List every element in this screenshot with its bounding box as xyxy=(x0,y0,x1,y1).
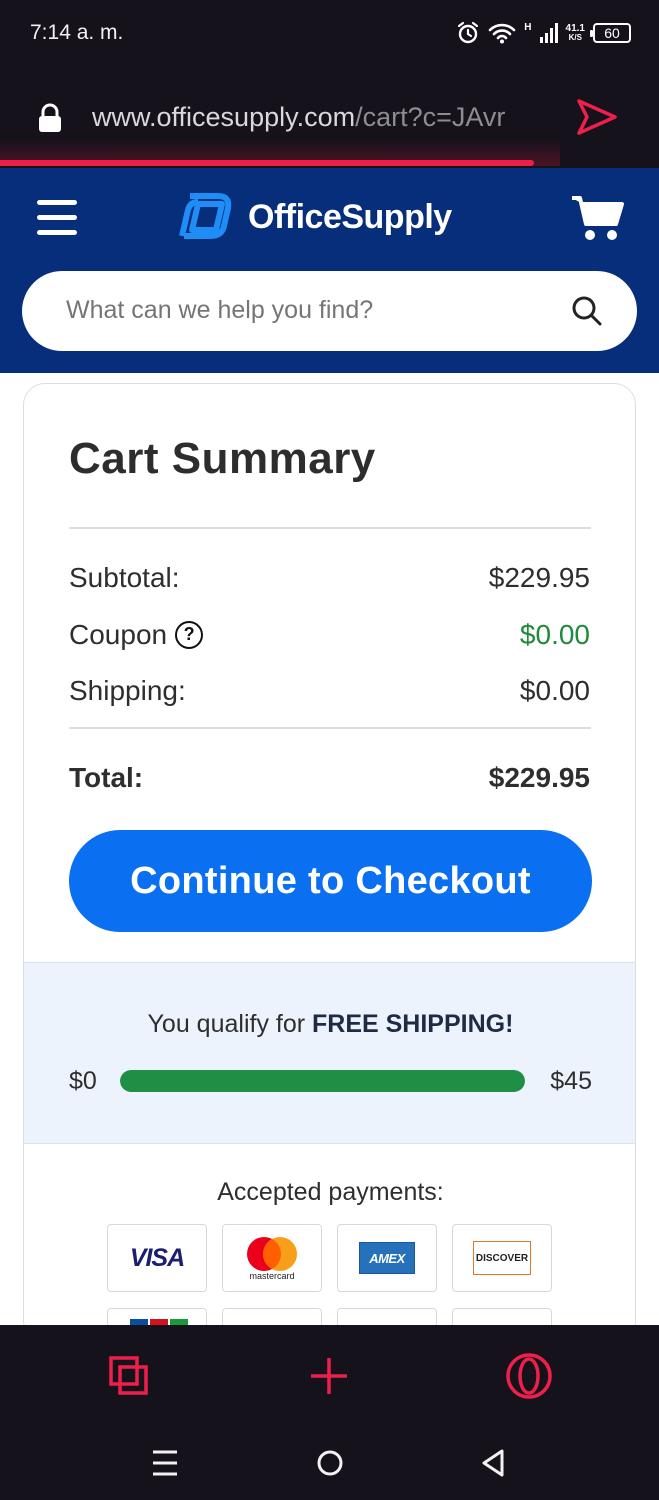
browser-url-bar: www.officesupply.com/cart?c=JAvr xyxy=(0,68,659,168)
status-icons: H 41.1 K/S 60 xyxy=(456,20,631,46)
site-header: OfficeSupply xyxy=(0,168,659,373)
divider xyxy=(69,527,591,529)
hamburger-menu-icon[interactable] xyxy=(37,200,77,238)
lock-icon xyxy=(39,103,61,132)
discover-logo: DISCOVER xyxy=(452,1224,552,1292)
status-time: 7:14 a. m. xyxy=(30,21,124,44)
total-value: $229.95 xyxy=(488,762,590,793)
page-load-progress xyxy=(0,160,534,166)
shipping-progress-fill xyxy=(120,1070,525,1092)
free-shipping-prefix: You qualify for xyxy=(147,1010,313,1038)
free-shipping-highlight: FREE SHIPPING! xyxy=(312,1010,514,1038)
network-speed-value: 41.1 xyxy=(565,23,585,34)
shipping-progress-bar xyxy=(120,1070,525,1092)
coupon-label: Coupon xyxy=(69,619,168,650)
logo-text: OfficeSupply xyxy=(248,197,452,236)
recents-icon[interactable] xyxy=(152,1449,178,1477)
search-bar[interactable] xyxy=(22,271,637,351)
tabs-icon[interactable] xyxy=(108,1355,150,1397)
amex-logo-text: AMEX xyxy=(369,1250,405,1266)
site-logo[interactable]: OfficeSupply xyxy=(178,190,452,244)
battery-icon: 60 xyxy=(590,23,631,43)
url-field[interactable]: www.officesupply.com/cart?c=JAvr xyxy=(92,102,562,133)
mastercard-circles-icon xyxy=(247,1237,297,1271)
accepted-payments-title: Accepted payments: xyxy=(217,1178,444,1206)
mastercard-logo: mastercard xyxy=(222,1224,322,1292)
system-navigation-bar xyxy=(0,1427,659,1500)
cart-summary-title: Cart Summary xyxy=(69,434,376,483)
shipping-label: Shipping: xyxy=(69,675,186,706)
opera-menu-icon[interactable] xyxy=(505,1352,553,1400)
visa-logo-text: VISA xyxy=(129,1243,185,1272)
discover-logo-text: DISCOVER xyxy=(475,1252,529,1264)
logo-mark-icon xyxy=(179,193,232,239)
visa-logo: VISA xyxy=(107,1224,207,1292)
search-input[interactable] xyxy=(66,296,546,325)
network-speed-unit: K/S xyxy=(568,33,582,42)
free-shipping-message: You qualify for FREE SHIPPING! xyxy=(24,1010,635,1039)
shopping-cart-icon[interactable] xyxy=(570,194,624,242)
new-tab-icon[interactable] xyxy=(308,1355,350,1397)
shipping-progress-min: $0 xyxy=(69,1067,97,1095)
send-icon[interactable] xyxy=(576,98,618,136)
back-icon[interactable] xyxy=(480,1449,506,1477)
wifi-icon xyxy=(488,23,516,44)
shipping-value: $0.00 xyxy=(519,675,590,706)
coupon-row: Coupon? xyxy=(69,619,204,651)
total-label: Total: xyxy=(69,762,144,793)
search-icon[interactable] xyxy=(571,295,603,327)
shipping-progress-max: $45 xyxy=(550,1067,592,1095)
network-speed: 41.1 K/S xyxy=(565,23,585,43)
url-path: /cart?c=JAvr xyxy=(355,102,506,132)
signal-icon xyxy=(539,23,558,43)
subtotal-label: Subtotal: xyxy=(69,562,180,593)
continue-to-checkout-button[interactable]: Continue to Checkout xyxy=(69,830,592,932)
help-icon[interactable]: ? xyxy=(175,620,204,649)
mastercard-logo-text: mastercard xyxy=(249,1271,295,1281)
browser-bottom-toolbar xyxy=(0,1325,659,1427)
coupon-value: $0.00 xyxy=(519,619,590,650)
home-icon[interactable] xyxy=(316,1449,344,1477)
status-bar: 7:14 a. m. H 41.1 K/S 60 xyxy=(0,0,659,68)
free-shipping-panel: You qualify for FREE SHIPPING! $0 $45 xyxy=(24,962,635,1144)
amex-logo: AMEX xyxy=(337,1224,437,1292)
network-type: H xyxy=(524,21,532,33)
divider xyxy=(69,727,591,729)
cart-summary-card: Cart Summary Subtotal: $229.95 Coupon? $… xyxy=(23,383,636,1343)
subtotal-value: $229.95 xyxy=(488,562,590,593)
url-domain: www.officesupply.com xyxy=(92,102,356,132)
alarm-icon xyxy=(458,21,479,44)
